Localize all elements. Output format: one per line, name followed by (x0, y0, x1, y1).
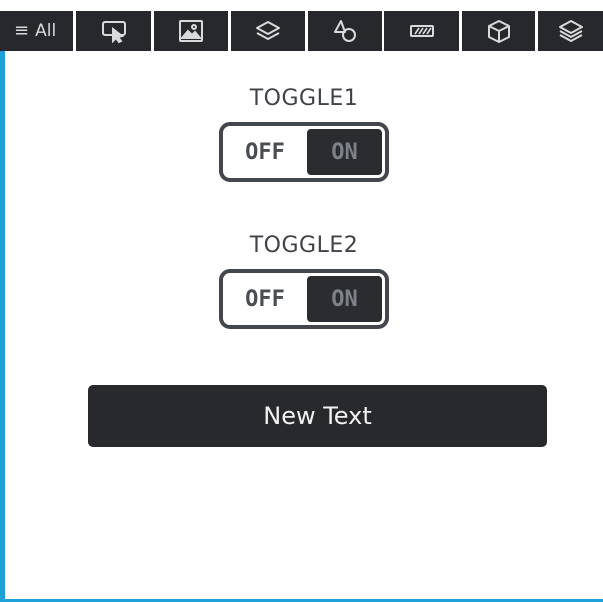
toolbar-button-shapes[interactable] (308, 11, 382, 51)
all-label: All (35, 21, 57, 41)
cube-icon (487, 20, 510, 43)
shapes-icon (334, 20, 356, 42)
content-panel: TOGGLE1 OFF ON TOGGLE2 OFF ON New Text (5, 51, 603, 599)
image-icon (179, 20, 203, 42)
toolbar-button-bar[interactable] (384, 11, 459, 51)
pointer-screen-icon (101, 21, 126, 44)
toolbar-button-pointer[interactable] (76, 11, 151, 51)
toggle1-on-option[interactable]: ON (307, 129, 382, 175)
toolbar: ≡ All (0, 0, 603, 51)
toggle1-switch[interactable]: OFF ON (219, 122, 389, 182)
toggle2-switch[interactable]: OFF ON (219, 269, 389, 329)
new-text-button[interactable]: New Text (88, 385, 547, 447)
toolbar-button-cube[interactable] (462, 11, 535, 51)
toggle1-off-option[interactable]: OFF (223, 126, 307, 178)
striped-bar-icon (409, 25, 434, 37)
toggle2-on-option[interactable]: ON (307, 276, 382, 322)
layers-icon (256, 21, 280, 40)
toggle1-label: TOGGLE1 (249, 86, 359, 111)
toggle2-off-option[interactable]: OFF (223, 273, 307, 325)
toolbar-button-image[interactable] (154, 11, 228, 51)
layers-stack-icon (558, 20, 583, 42)
toggle2-label: TOGGLE2 (249, 233, 359, 258)
toolbar-button-layers[interactable] (231, 11, 305, 51)
all-filter-button[interactable]: ≡ All (0, 11, 73, 51)
menu-icon: ≡ (14, 20, 30, 41)
toolbar-button-layers-stack[interactable] (538, 11, 603, 51)
